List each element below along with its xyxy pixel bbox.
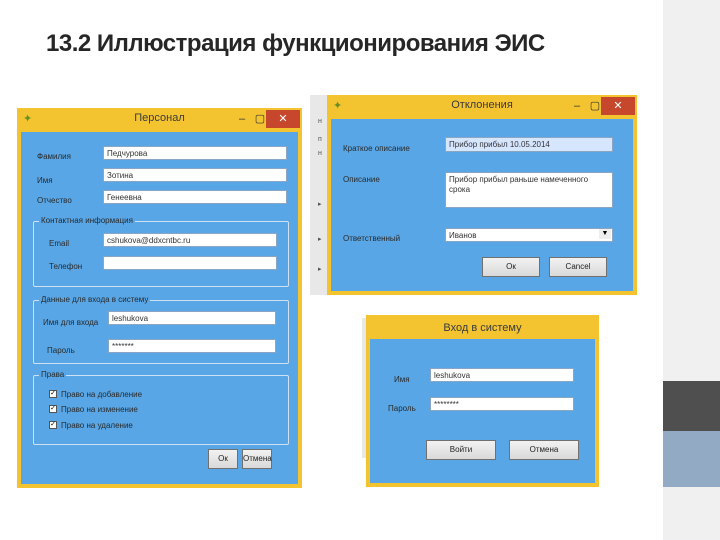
window-titlebar[interactable]: ✦ Отклонения – ▢ ✕ (327, 95, 637, 119)
cancel-button[interactable]: Отмена (509, 440, 579, 460)
edit-right-checkbox[interactable]: ✓ (49, 405, 57, 413)
phone-label: Телефон (49, 262, 83, 271)
login-label: Имя (394, 375, 410, 384)
rights-legend: Права (39, 370, 67, 379)
window-titlebar[interactable]: Вход в систему (366, 315, 599, 339)
window-title: Вход в систему (443, 322, 522, 334)
contacts-legend: Контактная информация (39, 216, 135, 225)
email-label: Email (49, 239, 70, 248)
patronymic-label: Отчество (37, 196, 72, 205)
name-label: Имя (37, 176, 53, 185)
responsible-select[interactable]: Иванов (445, 228, 613, 242)
add-right-checkbox[interactable]: ✓ (49, 390, 57, 398)
password-label: Пароль (47, 346, 75, 355)
login-data-legend: Данные для входа в систему (39, 295, 151, 304)
surname-label: Фамилия (37, 152, 71, 161)
description-label: Описание (343, 175, 380, 184)
login-name-label: Имя для входа (43, 318, 99, 327)
background-tick: ▸ (318, 236, 322, 243)
background-tick: н (318, 118, 322, 125)
password-label: Пароль (388, 404, 416, 413)
window-titlebar[interactable]: ✦ Персонал – ▢ ✕ (17, 108, 302, 132)
login-field[interactable]: leshukova (430, 368, 574, 382)
login-name-field[interactable]: leshukova (108, 311, 276, 325)
background-tick: н (318, 150, 322, 157)
edit-right-label: Право на изменение (61, 405, 138, 414)
add-right-label: Право на добавление (61, 390, 143, 399)
responsible-label: Ответственный (343, 234, 401, 243)
patronymic-field[interactable]: Генеевна (103, 190, 287, 204)
cancel-button[interactable]: Отмена (242, 449, 272, 469)
cancel-button[interactable]: Cancel (549, 257, 607, 277)
password-field[interactable]: ******** (430, 397, 574, 411)
contacts-group (33, 221, 289, 287)
email-field[interactable]: cshukova@ddxcntbc.ru (103, 233, 277, 247)
background-tick: ▸ (318, 201, 322, 208)
close-button[interactable]: ✕ (601, 97, 635, 115)
password-field[interactable]: ******* (108, 339, 276, 353)
slide-accent-blue (663, 431, 720, 487)
slide-title: 13.2 Иллюстрация функционирования ЭИС (46, 30, 545, 57)
surname-field[interactable]: Педчурова (103, 146, 287, 160)
phone-field[interactable] (103, 256, 277, 270)
delete-right-label: Право на удаление (61, 421, 133, 430)
short-desc-field[interactable]: Прибор прибыл 10.05.2014 (445, 137, 613, 152)
short-desc-label: Краткое описание (343, 144, 410, 153)
login-button[interactable]: Войти (426, 440, 496, 460)
personnel-window: ✦ Персонал – ▢ ✕ Фамилия Педчурова Имя З… (17, 108, 302, 488)
deviations-window: ✦ Отклонения – ▢ ✕ Краткое описание Приб… (327, 95, 637, 295)
background-tick: ▸ (318, 266, 322, 273)
delete-right-checkbox[interactable]: ✓ (49, 421, 57, 429)
background-tick: п (318, 136, 322, 143)
minimize-icon[interactable]: – (234, 110, 250, 128)
ok-button[interactable]: Ок (208, 449, 238, 469)
close-button[interactable]: ✕ (266, 110, 300, 128)
description-field[interactable]: Прибор прибыл раньше намеченного срока (445, 172, 613, 208)
minimize-icon[interactable]: – (569, 97, 585, 115)
login-window: Вход в систему Имя leshukova Пароль ****… (366, 315, 599, 487)
ok-button[interactable]: Ок (482, 257, 540, 277)
slide-accent-dark (663, 381, 720, 431)
chevron-down-icon[interactable]: ▼ (599, 229, 611, 239)
name-field[interactable]: Зотина (103, 168, 287, 182)
